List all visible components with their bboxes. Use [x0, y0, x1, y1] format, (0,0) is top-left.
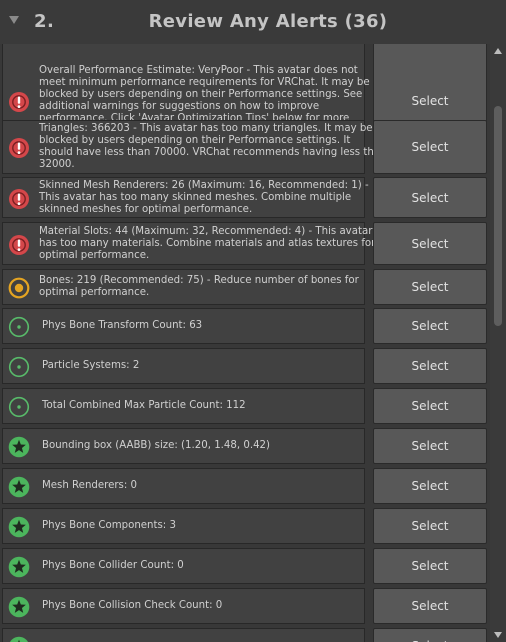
alert-text-line: should have less than 70000. VRChat reco…: [39, 147, 387, 158]
alert-text: Phys Bone Collision Check Count: 0: [42, 600, 360, 612]
error-exclamation-icon: [8, 91, 30, 113]
star-badge-icon: [8, 636, 30, 642]
alert-row: Phys Bone Components: 3 Select: [2, 508, 488, 544]
alert-message-box: [2, 628, 365, 642]
section-header[interactable]: 2. Review Any Alerts (36): [0, 0, 506, 44]
select-button[interactable]: Select: [373, 588, 487, 624]
alert-text-line: optimal performance.: [39, 287, 150, 298]
alert-text-line: This avatar has too many skinned meshes.…: [39, 192, 352, 203]
alert-text-line: optimal performance.: [39, 250, 150, 261]
alert-text-line: Phys Bone Collision Check Count: 0: [42, 600, 223, 611]
info-dot-icon: [8, 356, 30, 378]
select-button[interactable]: Select: [373, 222, 487, 265]
alert-text: Phys Bone Transform Count: 63: [42, 320, 360, 332]
alert-row: Bones: 219 (Recommended: 75) - Reduce nu…: [2, 269, 488, 305]
alert-text-line: Phys Bone Collider Count: 0: [42, 560, 184, 571]
alert-row: Material Slots: 44 (Maximum: 32, Recomme…: [2, 222, 488, 265]
alert-text-line: Particle Systems: 2: [42, 360, 140, 371]
alert-row: Total Combined Max Particle Count: 112 Se…: [2, 388, 488, 424]
info-dot-icon: [8, 316, 30, 338]
alert-message-box: Mesh Renderers: 0: [2, 468, 365, 504]
alert-row: Particle Systems: 2 Select: [2, 348, 488, 384]
star-badge-icon: [8, 516, 30, 538]
vertical-scrollbar[interactable]: [490, 44, 506, 642]
alert-text: Bones: 219 (Recommended: 75) - Reduce nu…: [39, 275, 360, 299]
alert-text-line: Phys Bone Transform Count: 63: [42, 320, 203, 331]
alert-text: Bounding box (AABB) size: (1.20, 1.48, 0…: [42, 440, 360, 452]
alert-text-line: Bones: 219 (Recommended: 75) - Reduce nu…: [39, 275, 359, 286]
alert-message-box: Particle Systems: 2: [2, 348, 365, 384]
alert-text-line: Mesh Renderers: 0: [42, 480, 138, 491]
star-badge-icon: [8, 556, 30, 578]
alert-text-line: meet minimum performance requirements fo…: [39, 77, 370, 88]
alert-text: Skinned Mesh Renderers: 26 (Maximum: 16,…: [39, 180, 369, 216]
alert-text: Particle Systems: 2: [42, 360, 360, 372]
alert-row: Bounding box (AABB) size: (1.20, 1.48, 0…: [2, 428, 488, 464]
select-button[interactable]: Select: [373, 428, 487, 464]
select-button[interactable]: Select: [373, 548, 487, 584]
alert-message-box: Triangles: 366203 - This avatar has too …: [2, 120, 387, 174]
alert-text: Total Combined Max Particle Count: 112: [42, 400, 360, 412]
alert-text: Triangles: 366203 - This avatar has too …: [39, 123, 387, 171]
select-button[interactable]: Select: [373, 177, 487, 218]
alert-text-line: 32000.: [39, 159, 75, 170]
alert-text-line: Bounding box (AABB) size: (1.20, 1.48, 0…: [42, 440, 271, 451]
scroll-up-arrow-icon[interactable]: [494, 48, 502, 54]
alerts-list: Overall Performance Estimate: VeryPoor -…: [0, 44, 490, 642]
alert-message-box: Bones: 219 (Recommended: 75) - Reduce nu…: [2, 269, 365, 305]
error-exclamation-icon: [8, 188, 30, 210]
alert-row: Skinned Mesh Renderers: 26 (Maximum: 16,…: [2, 177, 488, 218]
error-exclamation-icon: [8, 137, 30, 159]
alert-text-line: additional warnings for suggestions on h…: [39, 101, 320, 112]
alert-text-line: has too many materials. Combine material…: [39, 238, 376, 249]
alert-text: Phys Bone Components: 3: [42, 520, 360, 532]
error-exclamation-icon: [8, 234, 30, 256]
warning-circle-icon: [8, 277, 30, 299]
alert-message-box: Total Combined Max Particle Count: 112: [2, 388, 365, 424]
alert-text: Phys Bone Collider Count: 0: [42, 560, 360, 572]
alert-row: Phys Bone Collision Check Count: 0 Select: [2, 588, 488, 624]
select-button[interactable]: Select: [373, 269, 487, 305]
section-title: Review Any Alerts (36): [148, 11, 388, 32]
alert-message-box: Phys Bone Components: 3: [2, 508, 365, 544]
alert-text-line: blocked by users depending on their Perf…: [39, 135, 351, 146]
select-button[interactable]: Select: [373, 120, 487, 174]
select-button[interactable]: Select: [373, 468, 487, 504]
alert-text: Material Slots: 44 (Maximum: 32, Recomme…: [39, 226, 376, 262]
alert-row: Triangles: 366203 - This avatar has too …: [2, 120, 488, 174]
scrollbar-thumb[interactable]: [494, 106, 502, 326]
star-badge-icon: [8, 596, 30, 618]
alert-text-line: Material Slots: 44 (Maximum: 32, Recomme…: [39, 226, 373, 237]
select-button[interactable]: Select: [373, 508, 487, 544]
alert-row: Phys Bone Transform Count: 63 Select: [2, 308, 488, 344]
select-button[interactable]: Select: [373, 308, 487, 344]
alert-message-box: Material Slots: 44 (Maximum: 32, Recomme…: [2, 222, 376, 265]
alert-row: Mesh Renderers: 0 Select: [2, 468, 488, 504]
alert-text-line: Phys Bone Components: 3: [42, 520, 176, 531]
select-button[interactable]: Select: [373, 388, 487, 424]
select-button[interactable]: Select: [373, 348, 487, 384]
alert-text: Mesh Renderers: 0: [42, 480, 360, 492]
star-badge-icon: [8, 476, 30, 498]
alert-text-line: Total Combined Max Particle Count: 112: [42, 400, 246, 411]
alert-message-box: Phys Bone Collision Check Count: 0: [2, 588, 365, 624]
alert-row: Select: [2, 628, 488, 642]
info-dot-icon: [8, 396, 30, 418]
alert-message-box: Phys Bone Collider Count: 0: [2, 548, 365, 584]
alert-text-line: Skinned Mesh Renderers: 26 (Maximum: 16,…: [39, 180, 369, 191]
alert-text-line: Overall Performance Estimate: VeryPoor -…: [39, 65, 358, 76]
alert-row: Phys Bone Collider Count: 0 Select: [2, 548, 488, 584]
alert-message-box: Skinned Mesh Renderers: 26 (Maximum: 16,…: [2, 177, 369, 218]
alert-message-box: Bounding box (AABB) size: (1.20, 1.48, 0…: [2, 428, 365, 464]
star-badge-icon: [8, 436, 30, 458]
scroll-down-arrow-icon[interactable]: [494, 632, 502, 638]
alert-text-line: Triangles: 366203 - This avatar has too …: [39, 123, 373, 134]
select-button[interactable]: Select: [373, 628, 487, 642]
alert-text-line: blocked by users depending on their Perf…: [39, 89, 363, 100]
alert-text-line: skinned meshes for optimal performance.: [39, 204, 253, 215]
alert-message-box: Phys Bone Transform Count: 63: [2, 308, 365, 344]
